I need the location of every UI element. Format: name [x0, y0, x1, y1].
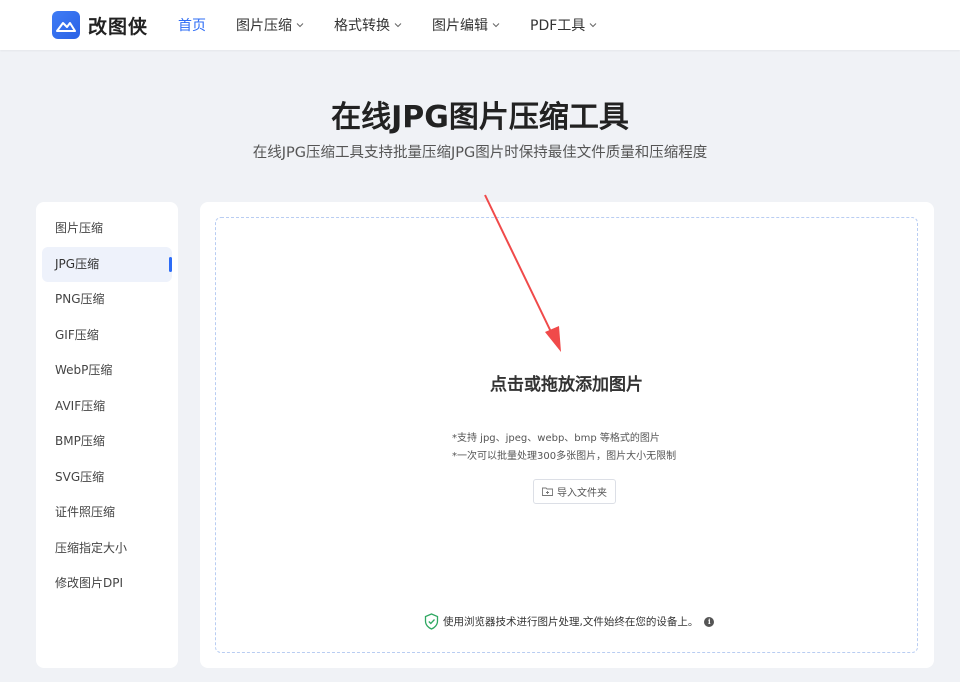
info-icon[interactable]: i	[704, 616, 715, 627]
chevron-down-icon	[296, 23, 304, 28]
sidebar-item-label: SVG压缩	[55, 469, 105, 484]
chevron-down-icon	[492, 23, 500, 28]
privacy-text: 使用浏览器技术进行图片处理,文件始终在您的设备上。	[443, 616, 699, 628]
sidebar-item-label: AVIF压缩	[55, 398, 106, 413]
brand-name: 改图侠	[88, 15, 149, 38]
nav-pdf-tools[interactable]: PDF工具	[530, 15, 597, 35]
nav-pdf-tools-label: PDF工具	[530, 18, 586, 34]
sidebar-item-png-compress[interactable]: PNG压缩	[42, 282, 172, 318]
privacy-note: 使用浏览器技术进行图片处理,文件始终在您的设备上。 i	[424, 613, 715, 630]
sidebar-item-image-compress[interactable]: 图片压缩	[42, 211, 172, 247]
sidebar-item-svg-compress[interactable]: SVG压缩	[42, 460, 172, 496]
tool-sidebar: 图片压缩 JPG压缩 PNG压缩 GIF压缩 WebP压缩 AVIF压缩 BMP…	[36, 202, 178, 668]
page-subtitle: 在线JPG压缩工具支持批量压缩JPG图片时保持最佳文件质量和压缩程度	[252, 145, 708, 161]
chevron-down-icon	[589, 23, 597, 28]
sidebar-item-jpg-compress[interactable]: JPG压缩	[42, 246, 172, 282]
top-header: 改图侠 首页 图片压缩 格式转换 图片编辑 PDF工具	[0, 0, 960, 50]
brand-logo[interactable]: 改图侠	[52, 11, 148, 39]
sidebar-item-label: WebP压缩	[55, 363, 113, 377]
sidebar-item-gif-compress[interactable]: GIF压缩	[42, 318, 172, 354]
sidebar-item-webp-compress[interactable]: WebP压缩	[42, 353, 172, 389]
upload-title: 点击或拖放添加图片	[490, 375, 643, 395]
sidebar-item-label: JPG压缩	[55, 256, 100, 271]
folder-icon	[542, 487, 553, 496]
hint-formats: *支持 jpg、jpeg、webp、bmp 等格式的图片	[452, 433, 660, 444]
logo-mountain-icon	[52, 11, 80, 39]
nav-format-convert[interactable]: 格式转换	[334, 15, 402, 35]
sidebar-item-bmp-compress[interactable]: BMP压缩	[42, 424, 172, 460]
sidebar-item-label: 压缩指定大小	[55, 540, 128, 555]
nav-image-edit-label: 图片编辑	[432, 18, 488, 34]
active-indicator	[169, 256, 172, 272]
page-title: 在线JPG图片压缩工具	[331, 100, 629, 135]
nav-image-compress[interactable]: 图片压缩	[236, 15, 304, 35]
upload-panel: 点击或拖放添加图片 *支持 jpg、jpeg、webp、bmp 等格式的图片 *…	[200, 202, 934, 668]
sidebar-item-label: 证件照压缩	[55, 505, 116, 519]
import-folder-button[interactable]: 导入文件夹	[533, 479, 616, 504]
chevron-down-icon	[394, 23, 402, 28]
sidebar-item-compress-to-size[interactable]: 压缩指定大小	[42, 531, 172, 567]
upload-dropzone[interactable]: 点击或拖放添加图片 *支持 jpg、jpeg、webp、bmp 等格式的图片 *…	[215, 217, 918, 653]
nav-home[interactable]: 首页	[178, 15, 206, 35]
sidebar-item-label: 修改图片DPI	[55, 576, 124, 590]
sidebar-item-change-dpi[interactable]: 修改图片DPI	[42, 566, 172, 602]
nav-image-compress-label: 图片压缩	[236, 18, 292, 34]
upload-hints: *支持 jpg、jpeg、webp、bmp 等格式的图片 *一次可以批量处理30…	[452, 430, 676, 466]
shield-check-icon	[424, 613, 439, 630]
hint-batch: *一次可以批量处理300多张图片，图片大小无限制	[452, 451, 677, 462]
sidebar-item-label: GIF压缩	[55, 327, 99, 342]
nav-image-edit[interactable]: 图片编辑	[432, 15, 500, 35]
sidebar-item-label: 图片压缩	[55, 221, 104, 235]
sidebar-item-label: BMP压缩	[55, 434, 105, 448]
import-folder-label: 导入文件夹	[557, 488, 607, 499]
sidebar-item-id-photo-compress[interactable]: 证件照压缩	[42, 495, 172, 531]
sidebar-item-avif-compress[interactable]: AVIF压缩	[42, 389, 172, 425]
nav-home-label: 首页	[178, 18, 206, 34]
nav-format-convert-label: 格式转换	[334, 18, 390, 34]
sidebar-item-label: PNG压缩	[55, 292, 105, 306]
main-nav: 首页 图片压缩 格式转换 图片编辑 PDF工具	[178, 0, 627, 50]
